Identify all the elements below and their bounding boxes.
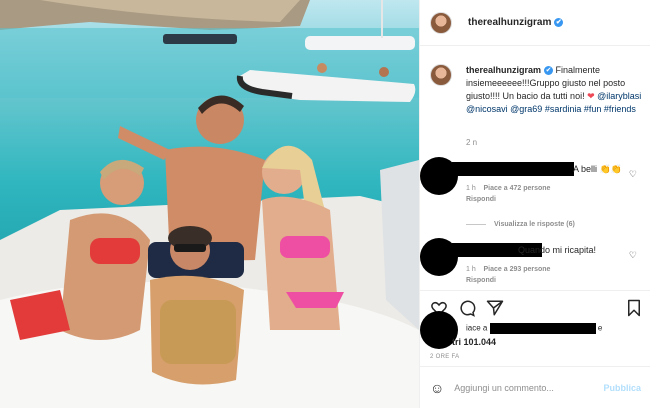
comment-item: A belli 👏👏 ♡ 1 h Piace a 472 persone Ris… (420, 155, 650, 205)
comment-age: 1 h (466, 185, 476, 192)
verified-badge-icon: ✔ (554, 17, 564, 27)
beach-boat-photo (0, 0, 419, 408)
bookmark-icon[interactable] (625, 299, 643, 317)
comment-text: A belli 👏👏 (573, 164, 622, 174)
post-caption: therealhunzigram ✔ Finalmente insiemeeeee… (430, 64, 645, 116)
post-sidebar: therealhunzigram ✔ therealhunzigram ✔ Fina… (419, 0, 650, 408)
caption-time: 2 n (466, 138, 478, 147)
comment-likes[interactable]: Piace a 293 persone (484, 266, 551, 273)
comment-like-heart-icon[interactable]: ♡ (629, 169, 637, 180)
likes-count[interactable]: tri 101.044 (452, 337, 496, 347)
add-comment-bar: ☺ Aggiungi un commento... Pubblica (420, 366, 650, 408)
likes-prefix: iace a (466, 323, 488, 333)
replies-divider (466, 223, 486, 225)
caption-username[interactable]: therealhunzigram (466, 65, 541, 75)
comment-meta: 1 h Piace a 293 persone (466, 266, 550, 273)
post-timestamp: 2 ORE FA (430, 354, 460, 360)
likes-suffix: e (597, 323, 603, 333)
comment-reply-button[interactable]: Rispondi (466, 277, 496, 284)
liker-name-redacted (489, 323, 596, 334)
post-header: therealhunzigram ✔ (420, 0, 650, 46)
publish-button[interactable]: Pubblica (603, 383, 641, 393)
comment-input[interactable]: Aggiungi un commento... (454, 383, 554, 393)
caption-hashtags[interactable]: #sardinia #fun #friends (545, 104, 636, 114)
comment-reply-button[interactable]: Rispondi (466, 196, 496, 203)
comment-likes[interactable]: Piace a 472 persone (484, 185, 551, 192)
author-avatar[interactable] (430, 11, 452, 34)
comment-like-heart-icon[interactable]: ♡ (629, 250, 637, 261)
comment-icon[interactable] (458, 299, 476, 317)
comment-meta: 1 h Piace a 472 persone (466, 185, 550, 192)
comment-item: Quando mi ricapita! ♡ 1 h Piace a 293 pe… (420, 236, 650, 286)
commenter-name-redacted (452, 162, 574, 176)
view-replies-button[interactable]: Visualizza le risposte (6) (466, 221, 575, 228)
likes-line: iace a e (466, 323, 602, 334)
post-photo[interactable] (0, 0, 419, 408)
verified-badge-icon: ✔ (544, 66, 554, 76)
comment-text: Quando mi ricapita! (518, 245, 597, 255)
caption-avatar[interactable] (430, 64, 452, 86)
red-heart-emoji: ❤ (587, 91, 595, 101)
emoji-icon[interactable]: ☺ (430, 380, 444, 396)
author-username[interactable]: therealhunzigram ✔ (468, 17, 564, 28)
caption-text: therealhunzigram ✔ Finalmente insiemeeeee… (466, 64, 644, 116)
comment-age: 1 h (466, 266, 476, 273)
share-icon[interactable] (486, 299, 504, 317)
